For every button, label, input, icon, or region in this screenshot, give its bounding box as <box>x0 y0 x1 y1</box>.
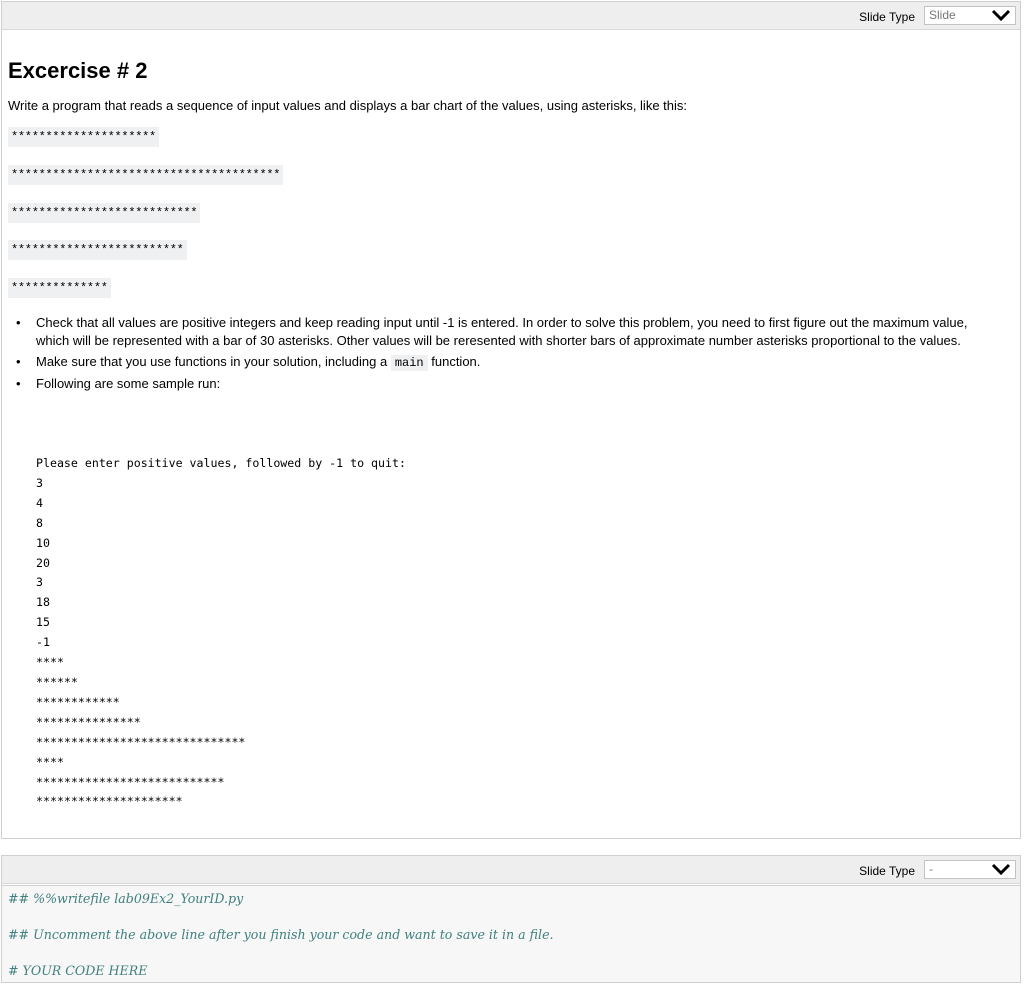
instruction-item: Following are some sample run: <box>8 375 998 393</box>
code-cell[interactable]: Slide Type - ## %%writefile lab09Ex2_You… <box>1 855 1021 983</box>
slide-type-value: Slide <box>929 8 956 22</box>
slide-type-select[interactable]: - <box>924 860 1016 879</box>
intro-text: Write a program that reads a sequence of… <box>8 98 688 113</box>
instruction-text: Check that all values are positive integ… <box>36 315 968 348</box>
inline-code: main <box>390 355 428 371</box>
asterisk-line-4: ************************* <box>8 240 187 260</box>
slide-type-value: - <box>929 862 933 876</box>
slide-type-label: Slide Type <box>859 864 915 878</box>
sample-run-output: Please enter positive values, followed b… <box>36 456 406 809</box>
instruction-item: Make sure that you use functions in your… <box>8 353 998 372</box>
asterisk-line-3: *************************** <box>8 203 201 223</box>
code-line: ## Uncomment the above line after you fi… <box>8 927 554 942</box>
code-editor[interactable]: ## %%writefile lab09Ex2_YourID.py ## Unc… <box>2 885 1020 982</box>
instruction-text: Make sure that you use functions in your… <box>36 354 391 369</box>
instruction-list: Check that all values are positive integ… <box>8 314 998 396</box>
slide-type-label: Slide Type <box>859 10 915 24</box>
asterisk-line-2: *************************************** <box>8 165 284 185</box>
instruction-item: Check that all values are positive integ… <box>8 314 998 350</box>
instruction-text: function. <box>427 354 481 369</box>
instruction-text: Following are some sample run: <box>36 376 221 391</box>
code-line: # YOUR CODE HERE <box>8 963 148 978</box>
asterisk-line-5: ************** <box>8 278 111 298</box>
chevron-down-icon <box>990 8 1012 28</box>
code-line: ## %%writefile lab09Ex2_YourID.py <box>8 891 244 906</box>
asterisk-line-1: ********************* <box>8 127 159 147</box>
slide-type-select[interactable]: Slide <box>924 6 1016 25</box>
cell-toolbar: Slide Type - <box>2 856 1020 884</box>
exercise-title: Excercise # 2 <box>8 58 148 83</box>
cell-toolbar: Slide Type Slide <box>2 2 1020 30</box>
markdown-cell[interactable]: Slide Type Slide Excercise # 2 Write a p… <box>1 1 1021 839</box>
chevron-down-icon <box>990 862 1012 882</box>
